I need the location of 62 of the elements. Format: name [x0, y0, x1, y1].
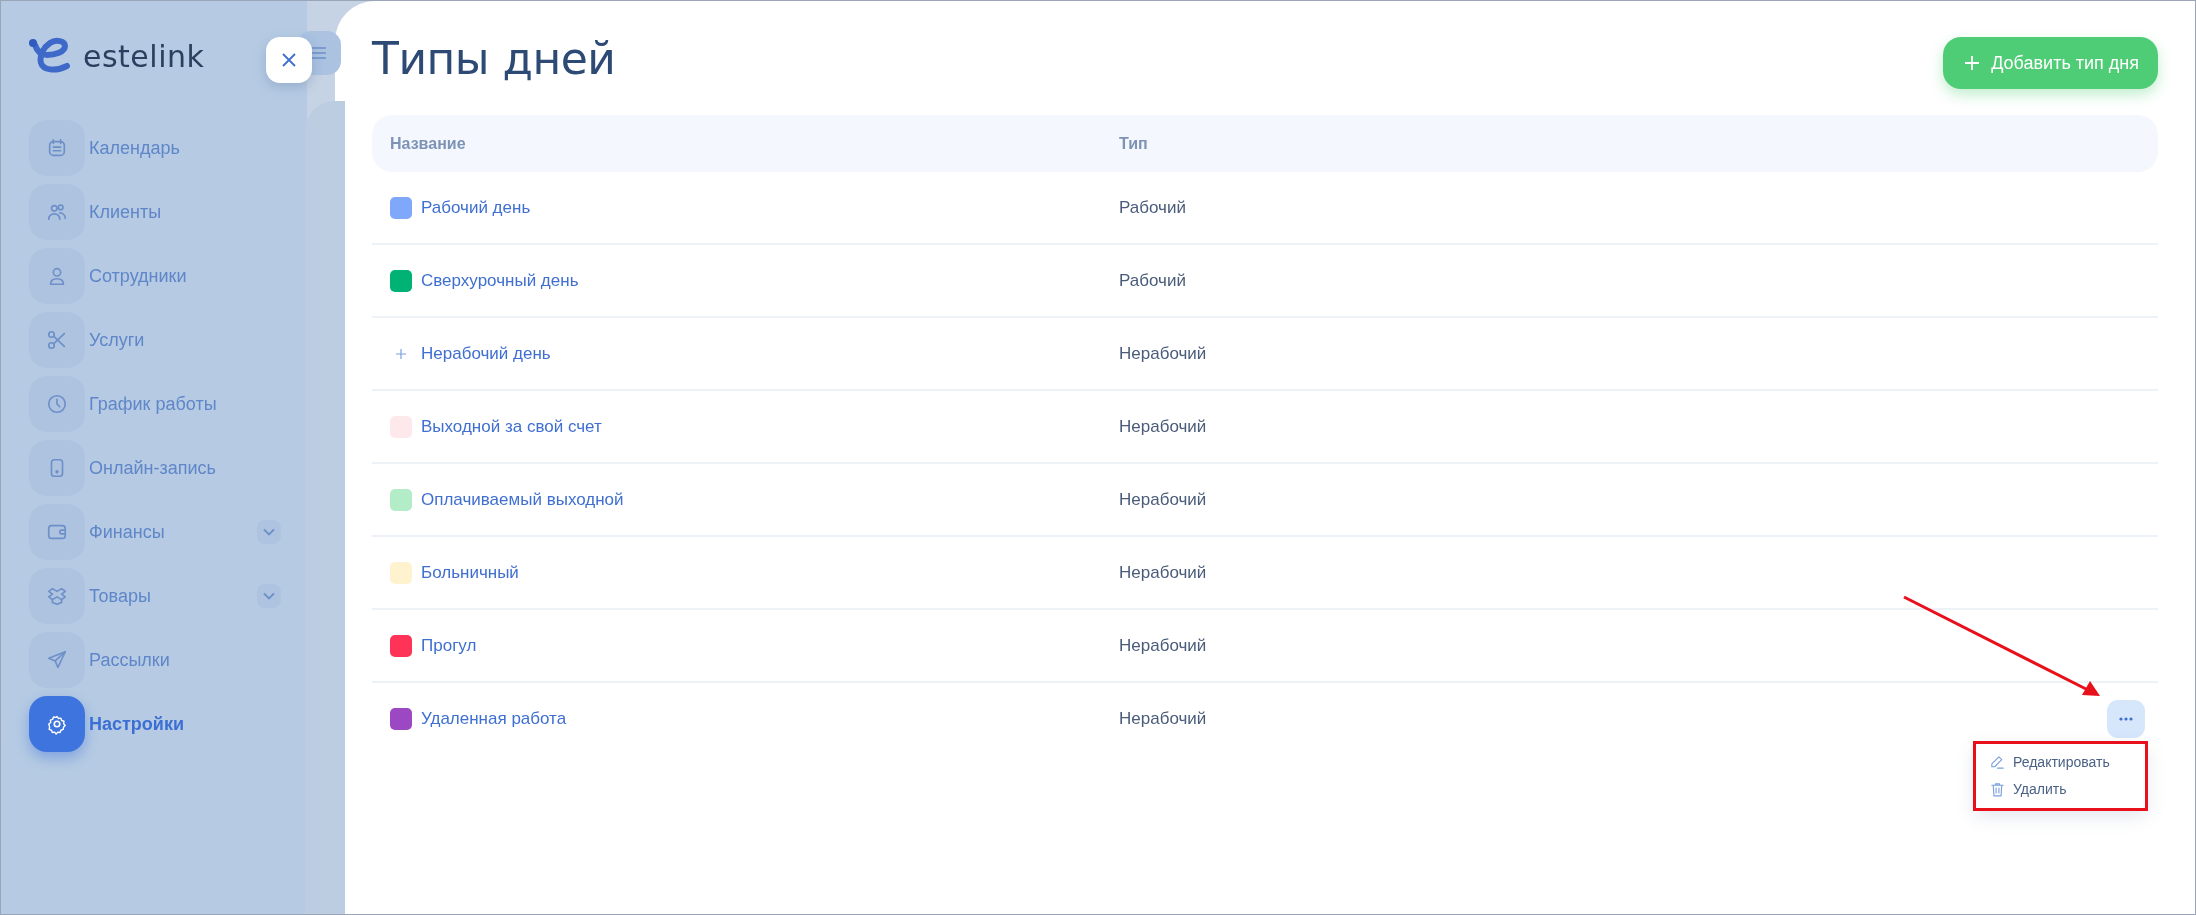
- clock-icon: [46, 393, 68, 415]
- nav-icon-button[interactable]: [29, 504, 85, 560]
- close-button[interactable]: [266, 37, 312, 83]
- scissors-icon: [46, 329, 68, 351]
- nav-item[interactable]: Рассылки: [89, 645, 281, 675]
- paper-plane-icon: [46, 649, 68, 671]
- nav-icon-button[interactable]: [29, 568, 85, 624]
- expand-button[interactable]: [257, 584, 281, 608]
- nav-item[interactable]: Услуги: [89, 325, 281, 355]
- trash-icon: [1989, 780, 2006, 798]
- nav-item[interactable]: Сотрудники: [89, 261, 281, 291]
- nav-item[interactable]: Настройки: [89, 709, 281, 739]
- nav-item[interactable]: Календарь: [89, 133, 281, 163]
- day-type-name[interactable]: Рабочий день: [421, 197, 531, 218]
- column-header: Тип: [1119, 134, 1149, 153]
- day-type-name[interactable]: Сверхурочный день: [421, 270, 579, 291]
- nav-item[interactable]: График работы: [89, 389, 281, 419]
- calendar-icon: [46, 137, 68, 159]
- table-cell-text: Нерабочий: [1119, 562, 1208, 583]
- chevron-down-icon: [263, 592, 275, 600]
- settings-icon: [46, 713, 68, 735]
- menu-item[interactable]: Удалить: [1989, 780, 2146, 798]
- nav-item[interactable]: Товары: [89, 581, 257, 611]
- menu-item[interactable]: Редактировать: [1989, 753, 2146, 771]
- day-type-name[interactable]: Прогул: [421, 635, 477, 656]
- nav-icon-button[interactable]: [29, 184, 85, 240]
- pencil-icon: [1989, 753, 2006, 771]
- column-header: Название: [390, 134, 467, 153]
- nav-icon-button[interactable]: [29, 376, 85, 432]
- table-cell-text: Нерабочий: [1119, 416, 1208, 437]
- day-type-name[interactable]: Выходной за свой счет: [421, 416, 602, 437]
- people-icon: [46, 201, 68, 223]
- close-icon: [282, 53, 296, 67]
- plus-icon: [1965, 56, 1980, 70]
- table-cell-text: Нерабочий: [1119, 635, 1208, 656]
- nav-icon-button[interactable]: [29, 440, 85, 496]
- table-cell-text: Рабочий: [1119, 270, 1187, 291]
- nav-item[interactable]: Онлайн-запись: [89, 453, 281, 483]
- nav-icon-button[interactable]: [29, 696, 85, 752]
- day-type-name[interactable]: Нерабочий день: [421, 343, 551, 364]
- table-cell-text: Нерабочий: [1119, 489, 1208, 510]
- nav-icon-button[interactable]: [29, 312, 85, 368]
- more-icon: [2119, 716, 2133, 721]
- menu-icon: [312, 47, 326, 59]
- chevron-down-icon: [263, 528, 275, 536]
- box-icon: [46, 585, 68, 607]
- table-cell-text: Рабочий: [1119, 197, 1187, 218]
- logo-text: estelink: [83, 38, 205, 74]
- table-cell-text: Нерабочий: [1119, 343, 1208, 364]
- add-day-type-button[interactable]: Добавить тип дня: [1943, 37, 2158, 89]
- page-title: Типы дней: [372, 32, 616, 84]
- expand-button[interactable]: [257, 520, 281, 544]
- nav-icon-button[interactable]: [29, 632, 85, 688]
- nav-item[interactable]: Клиенты: [89, 197, 281, 227]
- more-button[interactable]: [2107, 699, 2145, 738]
- nav-icon-button[interactable]: [29, 120, 85, 176]
- table-cell-text: Нерабочий: [1119, 708, 1208, 729]
- day-type-name[interactable]: Больничный: [421, 562, 519, 583]
- nav-item[interactable]: Финансы: [89, 517, 257, 547]
- day-type-name[interactable]: Оплачиваемый выходной: [421, 489, 624, 510]
- nav-icon-button[interactable]: [29, 248, 85, 304]
- day-type-name[interactable]: Удаленная работа: [421, 708, 567, 729]
